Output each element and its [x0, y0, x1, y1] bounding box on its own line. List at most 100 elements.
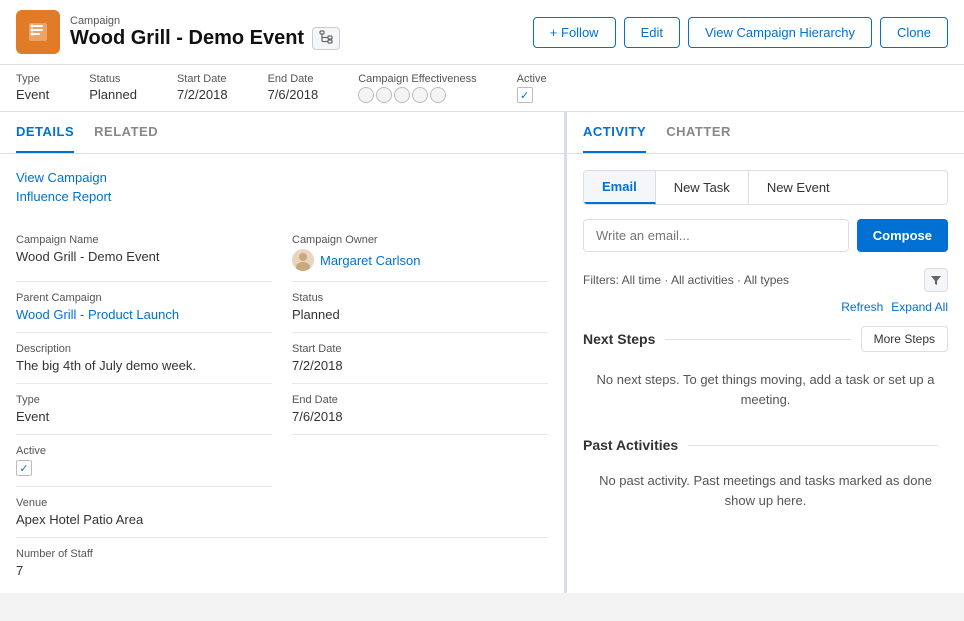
tab-related[interactable]: RELATED	[94, 112, 158, 153]
active-label: Active	[517, 73, 547, 85]
field-num-staff: Number of Staff 7 ✎	[16, 538, 548, 588]
star-4	[412, 87, 428, 103]
email-button[interactable]: Email	[584, 171, 656, 204]
effectiveness-stars	[358, 87, 476, 103]
refresh-expand-row: Refresh Expand All	[583, 300, 948, 314]
start-date-label: Start Date	[177, 73, 228, 85]
main-content: DETAILS RELATED View Campaign Influence …	[0, 112, 964, 593]
campaign-name-label: Campaign Name	[16, 234, 272, 246]
end-date-field-label: End Date	[292, 394, 548, 406]
campaign-name-value: Wood Grill - Demo Event	[16, 249, 272, 264]
hierarchy-icon-button[interactable]	[312, 27, 340, 50]
past-activities-section: Past Activities No past activity. Past m…	[583, 437, 948, 518]
activity-btn-group: Email New Task New Event	[583, 170, 948, 205]
start-date-field-value: 7/2/2018	[292, 358, 548, 373]
field-end-date: End Date 7/6/2018 ✎	[292, 384, 548, 435]
compose-button[interactable]: Compose	[857, 219, 948, 252]
owner-row: Margaret Carlson	[292, 249, 548, 271]
meta-bar: Type Event Status Planned Start Date 7/2…	[0, 65, 964, 112]
new-task-button[interactable]: New Task	[656, 171, 749, 204]
field-venue: Venue Apex Hotel Patio Area ✎	[16, 487, 548, 538]
start-date-value: 7/2/2018	[177, 87, 228, 102]
meta-end-date: End Date 7/6/2018	[268, 73, 319, 103]
refresh-link[interactable]: Refresh	[841, 300, 883, 314]
parent-campaign-value[interactable]: Wood Grill - Product Launch	[16, 307, 272, 322]
active-field-checkbox: ✓	[16, 460, 32, 476]
owner-avatar	[292, 249, 314, 271]
num-staff-value: 7	[16, 563, 548, 578]
follow-button[interactable]: + Follow	[533, 17, 616, 48]
campaign-owner-value[interactable]: Margaret Carlson	[320, 253, 420, 268]
new-event-button[interactable]: New Event	[749, 171, 848, 204]
status-field-value: Planned	[292, 307, 548, 322]
meta-start-date: Start Date 7/2/2018	[177, 73, 228, 103]
activity-content: Email New Task New Event Compose Filters…	[567, 154, 964, 554]
header-actions: + Follow Edit View Campaign Hierarchy Cl…	[533, 17, 948, 48]
venue-label: Venue	[16, 497, 548, 509]
next-steps-divider	[665, 339, 850, 340]
star-3	[394, 87, 410, 103]
left-content: View Campaign Influence Report Campaign …	[0, 154, 564, 593]
parent-campaign-label: Parent Campaign	[16, 292, 272, 304]
tab-details[interactable]: DETAILS	[16, 112, 74, 153]
description-label: Description	[16, 343, 272, 355]
status-label: Status	[89, 73, 137, 85]
page-title: Wood Grill - Demo Event	[70, 27, 304, 50]
next-steps-header: Next Steps More Steps	[583, 326, 948, 352]
email-input[interactable]	[583, 219, 849, 252]
meta-effectiveness: Campaign Effectiveness	[358, 73, 476, 103]
type-label: Type	[16, 73, 49, 85]
type-field-label: Type	[16, 394, 272, 406]
type-value: Event	[16, 87, 49, 102]
type-field-value: Event	[16, 409, 272, 424]
end-date-label: End Date	[268, 73, 319, 85]
action-links: View Campaign Influence Report	[16, 170, 548, 204]
more-steps-button[interactable]: More Steps	[861, 326, 948, 352]
end-date-field-value: 7/6/2018	[292, 409, 548, 424]
active-checkbox: ✓	[517, 87, 533, 103]
filters-text: Filters: All time · All activities · All…	[583, 273, 789, 287]
view-campaign-hierarchy-button[interactable]: View Campaign Hierarchy	[688, 17, 872, 48]
left-panel: DETAILS RELATED View Campaign Influence …	[0, 112, 567, 593]
past-activities-empty: No past activity. Past meetings and task…	[583, 463, 948, 518]
meta-status: Status Planned	[89, 73, 137, 103]
next-steps-title: Next Steps	[583, 331, 655, 347]
edit-button[interactable]: Edit	[624, 17, 680, 48]
field-description: Description The big 4th of July demo wee…	[16, 333, 272, 384]
filters-row: Filters: All time · All activities · All…	[583, 268, 948, 292]
page-header: Campaign Wood Grill - Demo Event	[0, 0, 964, 65]
clone-button[interactable]: Clone	[880, 17, 948, 48]
expand-all-link[interactable]: Expand All	[891, 300, 948, 314]
field-status: Status Planned ✎	[292, 282, 548, 333]
star-1	[358, 87, 374, 103]
fields-grid: Campaign Name Wood Grill - Demo Event ✎ …	[16, 224, 548, 588]
venue-value: Apex Hotel Patio Area	[16, 512, 548, 527]
field-parent-campaign: Parent Campaign Wood Grill - Product Lau…	[16, 282, 272, 333]
tab-chatter[interactable]: CHATTER	[666, 112, 731, 153]
past-activities-divider	[688, 445, 938, 446]
influence-report-link[interactable]: Influence Report	[16, 189, 548, 204]
field-start-date: Start Date 7/2/2018 ✎	[292, 333, 548, 384]
status-value: Planned	[89, 87, 137, 102]
follow-plus-icon: +	[550, 25, 561, 40]
object-type: Campaign	[70, 15, 340, 27]
field-active: Active ✓ ✎	[16, 435, 272, 487]
header-left: Campaign Wood Grill - Demo Event	[16, 10, 340, 54]
next-steps-section: Next Steps More Steps No next steps. To …	[583, 326, 948, 417]
view-campaign-link[interactable]: View Campaign	[16, 170, 548, 185]
checkmark-icon: ✓	[19, 462, 28, 475]
campaign-icon	[16, 10, 60, 54]
meta-active: Active ✓	[517, 73, 547, 103]
activity-tabs-bar: ACTIVITY CHATTER	[567, 112, 964, 154]
effectiveness-label: Campaign Effectiveness	[358, 73, 476, 85]
left-tabs-bar: DETAILS RELATED	[0, 112, 564, 154]
end-date-value: 7/6/2018	[268, 87, 319, 102]
past-activities-header: Past Activities	[583, 437, 948, 453]
field-campaign-name: Campaign Name Wood Grill - Demo Event ✎	[16, 224, 272, 282]
filter-icon[interactable]	[924, 268, 948, 292]
star-5	[430, 87, 446, 103]
campaign-owner-label: Campaign Owner	[292, 234, 548, 246]
tab-activity[interactable]: ACTIVITY	[583, 112, 646, 153]
header-title-block: Campaign Wood Grill - Demo Event	[70, 15, 340, 50]
field-campaign-owner: Campaign Owner Margaret Carlson ✎	[292, 224, 548, 282]
